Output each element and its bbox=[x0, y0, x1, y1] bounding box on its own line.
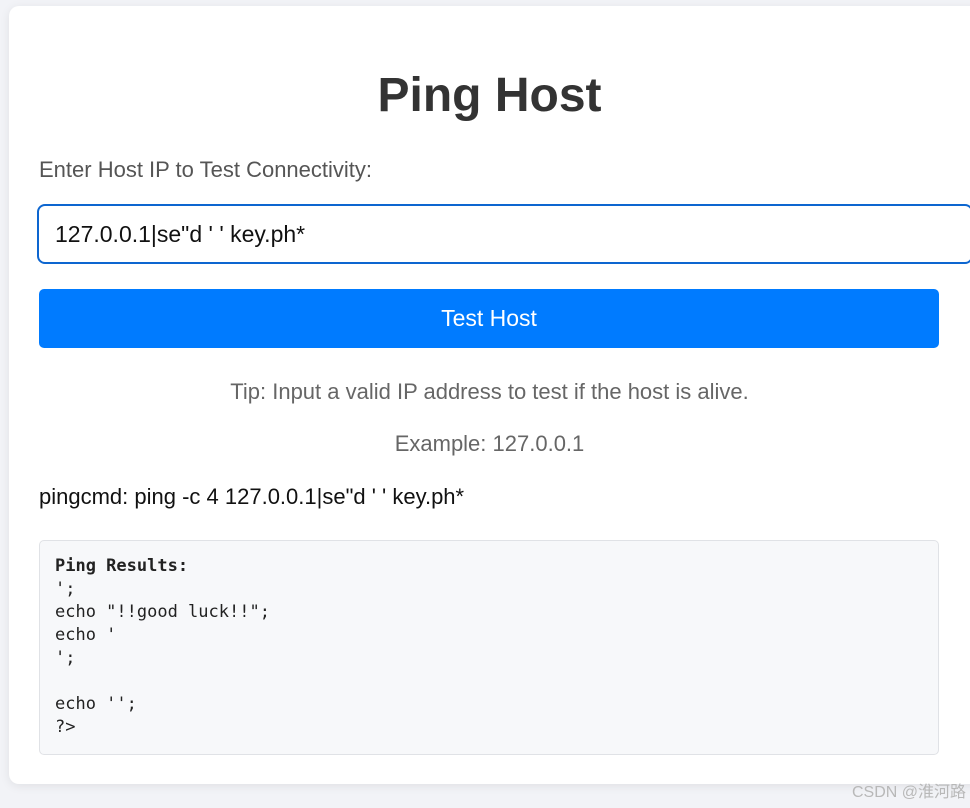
ping-results-title: Ping Results: bbox=[55, 556, 189, 576]
ping-host-card: Ping Host Enter Host IP to Test Connecti… bbox=[9, 6, 970, 784]
host-ip-input[interactable] bbox=[37, 204, 970, 264]
test-host-button[interactable]: Test Host bbox=[39, 289, 939, 348]
example-text: Example: 127.0.0.1 bbox=[394, 431, 585, 456]
tip-text: Tip: Input a valid IP address to test if… bbox=[230, 379, 749, 404]
ping-results-output: '; echo "!!good luck!!"; echo ' '; echo … bbox=[55, 579, 270, 737]
host-input-label: Enter Host IP to Test Connectivity: bbox=[39, 157, 373, 182]
page-title: Ping Host bbox=[377, 69, 602, 122]
ping-command-text: pingcmd: ping -c 4 127.0.0.1|se"d ' ' ke… bbox=[39, 484, 465, 509]
ping-results-box: Ping Results: '; echo "!!good luck!!"; ec… bbox=[39, 540, 939, 755]
csdn-watermark: CSDN @淮河路 bbox=[851, 784, 966, 801]
